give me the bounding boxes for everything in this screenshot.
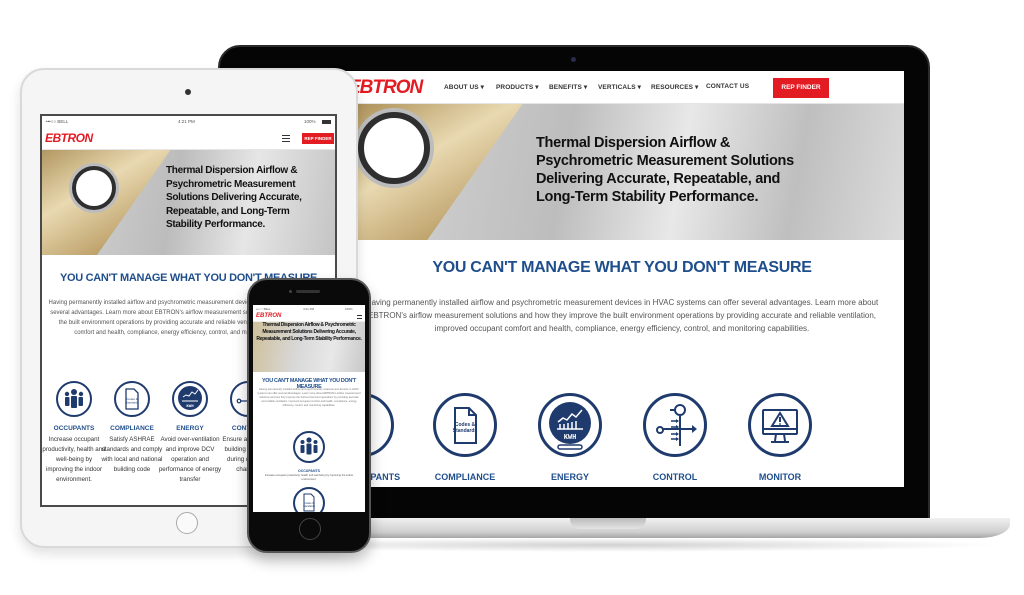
site-navbar: EBTRON ABOUT US ▾ PRODUCTS ▾ BENEFITS ▾ …	[340, 71, 904, 104]
section-paragraph: Having permanently installed airflow and…	[365, 298, 879, 333]
codes-standards-icon[interactable]: Codes & Standards	[114, 381, 150, 417]
phone-camera	[289, 290, 292, 293]
battery-icon	[322, 120, 331, 124]
svg-text:Standards: Standards	[125, 401, 139, 405]
benefit-label-compliance[interactable]: COMPLIANCE	[100, 425, 164, 432]
benefit-label-control[interactable]: CONTROL	[625, 472, 725, 482]
rep-finder-button[interactable]: REP FINDER	[302, 133, 334, 144]
hero-title: Thermal Dispersion Airflow & Psychrometr…	[256, 322, 362, 342]
benefit-label-occupants[interactable]: OCCUPANTS	[42, 425, 106, 432]
status-time: 4:21 PM	[303, 307, 315, 311]
energy-meter-icon[interactable]: KWH	[172, 381, 208, 417]
tablet-camera	[185, 89, 191, 95]
hamburger-menu-icon[interactable]	[357, 315, 362, 319]
svg-text:KWH: KWH	[186, 405, 194, 409]
chevron-down-icon: ▾	[637, 84, 642, 91]
phone-speaker	[296, 290, 320, 293]
phone-home-button	[299, 518, 321, 540]
laptop-screen: EBTRON ABOUT US ▾ PRODUCTS ▾ BENEFITS ▾ …	[340, 71, 904, 487]
energy-meter-icon[interactable]: KWH	[538, 393, 602, 457]
phone-screen: •••○○ BELL 4:21 PM 100% EBTRON Thermal D…	[253, 305, 365, 512]
benefit-desc-occupants: Increase occupant productivity, health a…	[42, 436, 106, 483]
section-paragraph: Having permanently installed airflow and…	[257, 388, 361, 407]
svg-text:Standards: Standards	[303, 504, 316, 508]
ebtron-logo[interactable]: EBTRON	[45, 131, 93, 145]
chevron-down-icon: ▾	[480, 84, 485, 91]
airflow-sensor-ring-image	[358, 112, 430, 184]
ebtron-logo[interactable]: EBTRON	[348, 77, 423, 99]
benefit-desc-occupants: Increase occupant productivity, health a…	[264, 474, 354, 481]
chevron-down-icon: ▾	[583, 84, 588, 91]
svg-text:KWH: KWH	[564, 434, 577, 442]
chevron-down-icon: ▾	[535, 84, 539, 91]
nav-products[interactable]: PRODUCTS ▾	[496, 83, 539, 91]
benefit-label-occupants[interactable]: OCCUPANTS	[253, 469, 365, 473]
section-heading: YOU CAN'T MANAGE WHAT YOU DON'T MEASURE	[432, 259, 812, 276]
benefit-label-energy[interactable]: ENERGY	[520, 472, 620, 482]
status-bar: •••○○ BELL 4:21 PM 100%	[42, 116, 335, 128]
status-time: 4:21 PM	[178, 119, 195, 124]
nav-benefits[interactable]: BENEFITS ▾	[549, 83, 587, 91]
rep-finder-button[interactable]: REP FINDER	[773, 78, 829, 98]
hero-title: Thermal Dispersion Airflow & Psychrometr…	[536, 135, 794, 205]
carrier-signal: •••○○ BELL	[256, 307, 271, 311]
laptop-notch	[570, 518, 646, 529]
chevron-down-icon: ▾	[694, 84, 699, 91]
status-bar: •••○○ BELL 4:21 PM 100%	[253, 305, 365, 312]
benefit-desc-energy: Avoid over-ventilation and improve DCV o…	[158, 436, 222, 483]
carrier-signal: •••○○ BELL	[46, 119, 69, 124]
hero-title: Thermal Dispersion Airflow & Psychrometr…	[166, 165, 302, 230]
nav-resources[interactable]: RESOURCES ▾	[651, 83, 698, 91]
benefit-label-monitor[interactable]: MONITOR	[730, 472, 830, 482]
site-navbar-mobile: EBTRON REP FINDER	[42, 128, 335, 150]
hamburger-menu-icon[interactable]	[282, 135, 290, 142]
battery-level: 100%	[304, 119, 316, 124]
occupants-icon[interactable]	[293, 431, 325, 463]
benefit-desc-compliance: Satisfy ASHRAE standards and comply with…	[101, 436, 163, 473]
ebtron-logo[interactable]: EBTRON	[256, 313, 281, 319]
battery-level: 100%	[345, 307, 353, 311]
codes-standards-icon[interactable]: Codes & Standards	[433, 393, 497, 457]
hero-banner: Thermal Dispersion Airflow & Psychrometr…	[42, 150, 335, 255]
hero-banner: Thermal Dispersion Airflow & Psychrometr…	[340, 104, 904, 240]
occupants-icon[interactable]	[56, 381, 92, 417]
nav-about-us[interactable]: ABOUT US ▾	[444, 83, 484, 91]
nav-contact-us[interactable]: CONTACT US	[706, 83, 749, 90]
airflow-sensor-ring-image	[72, 166, 116, 210]
site-navbar-mobile: EBTRON	[253, 312, 365, 322]
benefit-label-compliance[interactable]: COMPLIANCE	[415, 472, 515, 482]
tablet-home-button	[176, 512, 198, 534]
codes-standards-icon[interactable]: Codes & Standards	[293, 487, 325, 512]
svg-text:Standards: Standards	[453, 428, 478, 434]
benefit-label-energy[interactable]: ENERGY	[158, 425, 222, 432]
control-icon[interactable]	[643, 393, 707, 457]
nav-verticals[interactable]: VERTICALS ▾	[598, 83, 641, 91]
monitor-alert-icon[interactable]	[748, 393, 812, 457]
laptop-camera	[571, 57, 576, 62]
